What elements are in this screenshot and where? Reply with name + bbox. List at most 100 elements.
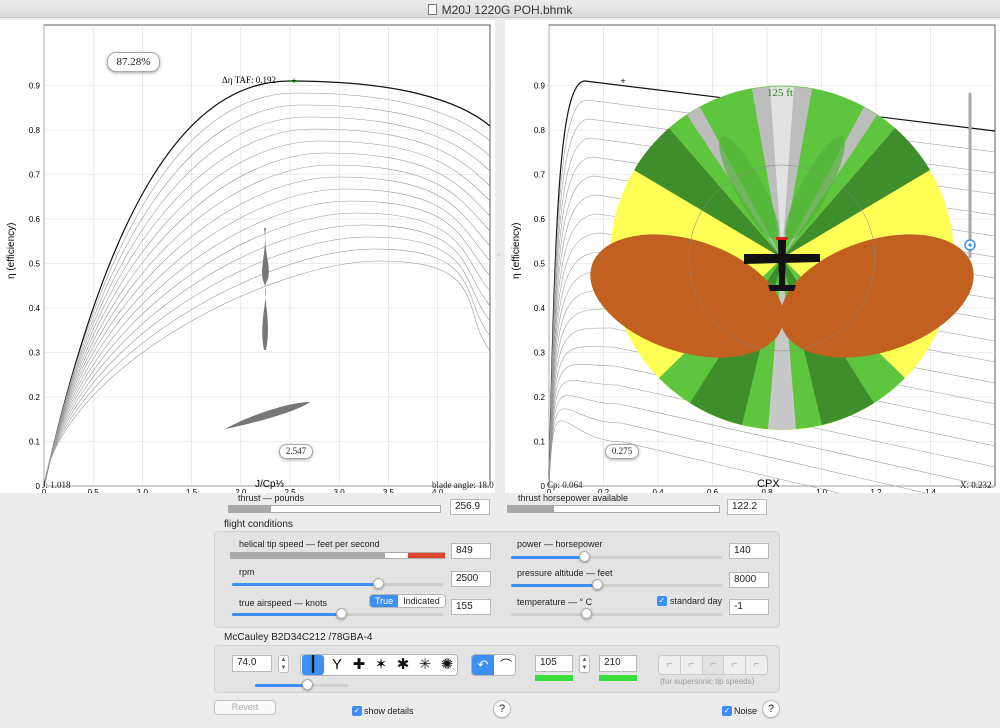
tip-shape-5-icon[interactable]: ⌐ xyxy=(746,656,767,674)
left-y-tick: 0.5 xyxy=(29,260,41,269)
power-slider[interactable] xyxy=(511,556,722,559)
left-y-tick: 0.3 xyxy=(29,349,41,358)
standard-day-checkbox[interactable]: ✓ xyxy=(657,596,667,606)
temperature-input[interactable]: -1 xyxy=(729,599,769,615)
blade-count-5-icon[interactable]: ✶ xyxy=(370,655,392,675)
tip-speed-label: helical tip speed — feet per second xyxy=(239,539,380,549)
pressure-alt-input[interactable]: 8000 xyxy=(729,572,769,588)
efficiency-readout: 87.28% xyxy=(107,52,160,72)
left-x-tick: 0.5 xyxy=(88,488,100,493)
diameter-stepper[interactable]: ▲ ▼ xyxy=(278,655,289,673)
efficiency-chart-left: 00.10.20.30.40.50.60.70.80.90 0.5 1.0 1.5 2.… xyxy=(6,24,491,493)
temperature-label: temperature — ° C xyxy=(517,597,593,607)
tip-shape-3-icon[interactable]: ⌐ xyxy=(702,656,725,674)
left-x-tick: 3.0 xyxy=(334,488,346,493)
diameter-slider-knob[interactable] xyxy=(302,679,313,690)
rotation-cw-icon[interactable]: ↶ xyxy=(472,655,494,675)
power-slider-knob[interactable] xyxy=(579,551,590,562)
tip-shape-2-icon[interactable]: ⌐ xyxy=(681,656,703,674)
right-y-tick: 0.8 xyxy=(534,126,546,135)
value-a-indicator xyxy=(535,675,573,681)
x-axis-label-left: J/Cp⅓ xyxy=(255,479,285,490)
y-axis-label-left: η (efficiency) xyxy=(6,222,17,279)
left-y-tick: 0.7 xyxy=(29,171,41,180)
left-x-tick: 1.0 xyxy=(137,488,149,493)
rpm-slider[interactable] xyxy=(232,583,443,586)
tip-speed-value: 849 xyxy=(451,543,491,559)
right-x-tick: 0.4 xyxy=(652,488,664,493)
right-y-tick: 0.9 xyxy=(534,82,546,91)
tip-shape-selector[interactable]: ⌐ ⌐ ⌐ ⌐ ⌐ xyxy=(658,655,768,675)
x-readout: X: 0.232 xyxy=(960,480,992,490)
blade-count-6-icon[interactable]: ✱ xyxy=(392,655,414,675)
tas-mode-toggle[interactable]: True Indicated xyxy=(369,594,446,608)
tas-mode-indicated[interactable]: Indicated xyxy=(398,595,445,607)
tip-speed-bar xyxy=(230,552,445,559)
efficiency-plot-left[interactable]: 0 0.1 0.2 0.3 0.4 0.5 0.6 0.7 0.8 0.9 0 0.5 1.0 1.5 2.… xyxy=(0,20,495,493)
thrust-value: 256.9 xyxy=(450,499,490,515)
tip-shape-4-icon[interactable]: ⌐ xyxy=(724,656,747,674)
right-y-tick: 0 xyxy=(541,482,546,491)
blade-count-4-icon[interactable]: ✚ xyxy=(348,655,370,675)
right-y-tick: 0.4 xyxy=(534,304,546,313)
j-readout: J: 1.018 xyxy=(42,480,71,490)
left-y-tick: 0.8 xyxy=(29,126,41,135)
thrust-label: thrust — pounds xyxy=(238,493,305,503)
diameter-input[interactable]: 74.0 xyxy=(232,655,272,672)
tas-mode-true[interactable]: True xyxy=(370,595,399,607)
value-b-indicator xyxy=(599,675,637,681)
temperature-slider[interactable] xyxy=(511,613,722,616)
pressure-alt-slider-knob[interactable] xyxy=(592,579,603,590)
show-details-label: show details xyxy=(364,706,414,716)
tas-input[interactable]: 155 xyxy=(451,599,491,615)
value-b-input[interactable]: 210 xyxy=(599,655,637,672)
blade-count-8-icon[interactable]: ✺ xyxy=(436,655,458,675)
left-y-tick: 0.4 xyxy=(29,304,41,313)
left-x-tick: 3.5 xyxy=(383,488,395,493)
right-y-tick: 0.3 xyxy=(534,349,546,358)
efficiency-plot-right[interactable]: 0 0.1 0.2 0.3 0.4 0.5 0.6 0.7 0.8 0.9 0 0.2 0.4 0.6 0.… xyxy=(505,20,1000,493)
blade-count-2-icon[interactable]: ┃ xyxy=(302,655,324,675)
value-a-input[interactable]: 105 xyxy=(535,655,573,672)
rpm-input[interactable]: 2500 xyxy=(451,571,491,587)
power-input[interactable]: 140 xyxy=(729,543,769,559)
rotation-selector[interactable]: ↶ ⌒ xyxy=(471,654,516,676)
blade-count-3-icon[interactable]: Y xyxy=(326,655,348,675)
delta-eta-annotation: Δη TAF: 0.192 xyxy=(222,75,276,85)
right-x-tick: 1.2 xyxy=(870,488,882,493)
show-details-checkbox[interactable]: ✓ xyxy=(352,706,362,716)
right-y-tick: 0.2 xyxy=(534,393,546,402)
tip-shape-1-icon[interactable]: ⌐ xyxy=(659,656,681,674)
blade-count-7-icon[interactable]: ✳ xyxy=(414,655,436,675)
pressure-alt-slider[interactable] xyxy=(511,584,722,587)
left-y-tick: 0.9 xyxy=(29,82,41,91)
right-y-tick: 0.7 xyxy=(534,171,546,180)
left-y-tick: 0.2 xyxy=(29,393,41,402)
temperature-slider-knob[interactable] xyxy=(581,608,592,619)
help-button-right[interactable]: ? xyxy=(762,700,780,718)
revert-button[interactable]: Revert xyxy=(214,700,276,715)
power-label: power — horsepower xyxy=(517,539,603,549)
thp-value: 122.2 xyxy=(727,499,767,515)
right-x-tick: 1.4 xyxy=(925,488,937,493)
right-y-tick: 0.1 xyxy=(534,438,546,447)
help-button-center[interactable]: ? xyxy=(493,700,511,718)
x-marker-readout-left[interactable]: 2.547 xyxy=(279,444,313,459)
standard-day-label: standard day xyxy=(670,596,723,606)
tas-slider-knob[interactable] xyxy=(336,608,347,619)
value-a-stepper[interactable]: ▲ ▼ xyxy=(579,655,590,673)
right-x-tick: 0.6 xyxy=(707,488,719,493)
split-grip-icon[interactable]: ◦ xyxy=(497,250,503,260)
rotation-pusher-icon[interactable]: ⌒ xyxy=(495,655,515,675)
thrust-bar xyxy=(228,505,441,513)
x-marker-readout-right[interactable]: 0.275 xyxy=(605,444,639,459)
noise-checkbox[interactable]: ✓ xyxy=(722,706,732,716)
left-y-tick: 0.1 xyxy=(29,438,41,447)
x-axis-label-right: CPX xyxy=(757,478,780,490)
blade-angle-readout: blade angle: 18.0 xyxy=(432,480,494,490)
flight-conditions-heading: flight conditions xyxy=(224,519,293,530)
cp-readout: Cp: 0.064 xyxy=(547,480,583,490)
rpm-slider-knob[interactable] xyxy=(373,578,384,589)
efficiency-chart-right: 00.10.20.30.40.50.60.70.80.90 0.2 0.4 0.6 0.… xyxy=(511,24,996,493)
y-axis-label-right: η (efficiency) xyxy=(511,222,522,279)
